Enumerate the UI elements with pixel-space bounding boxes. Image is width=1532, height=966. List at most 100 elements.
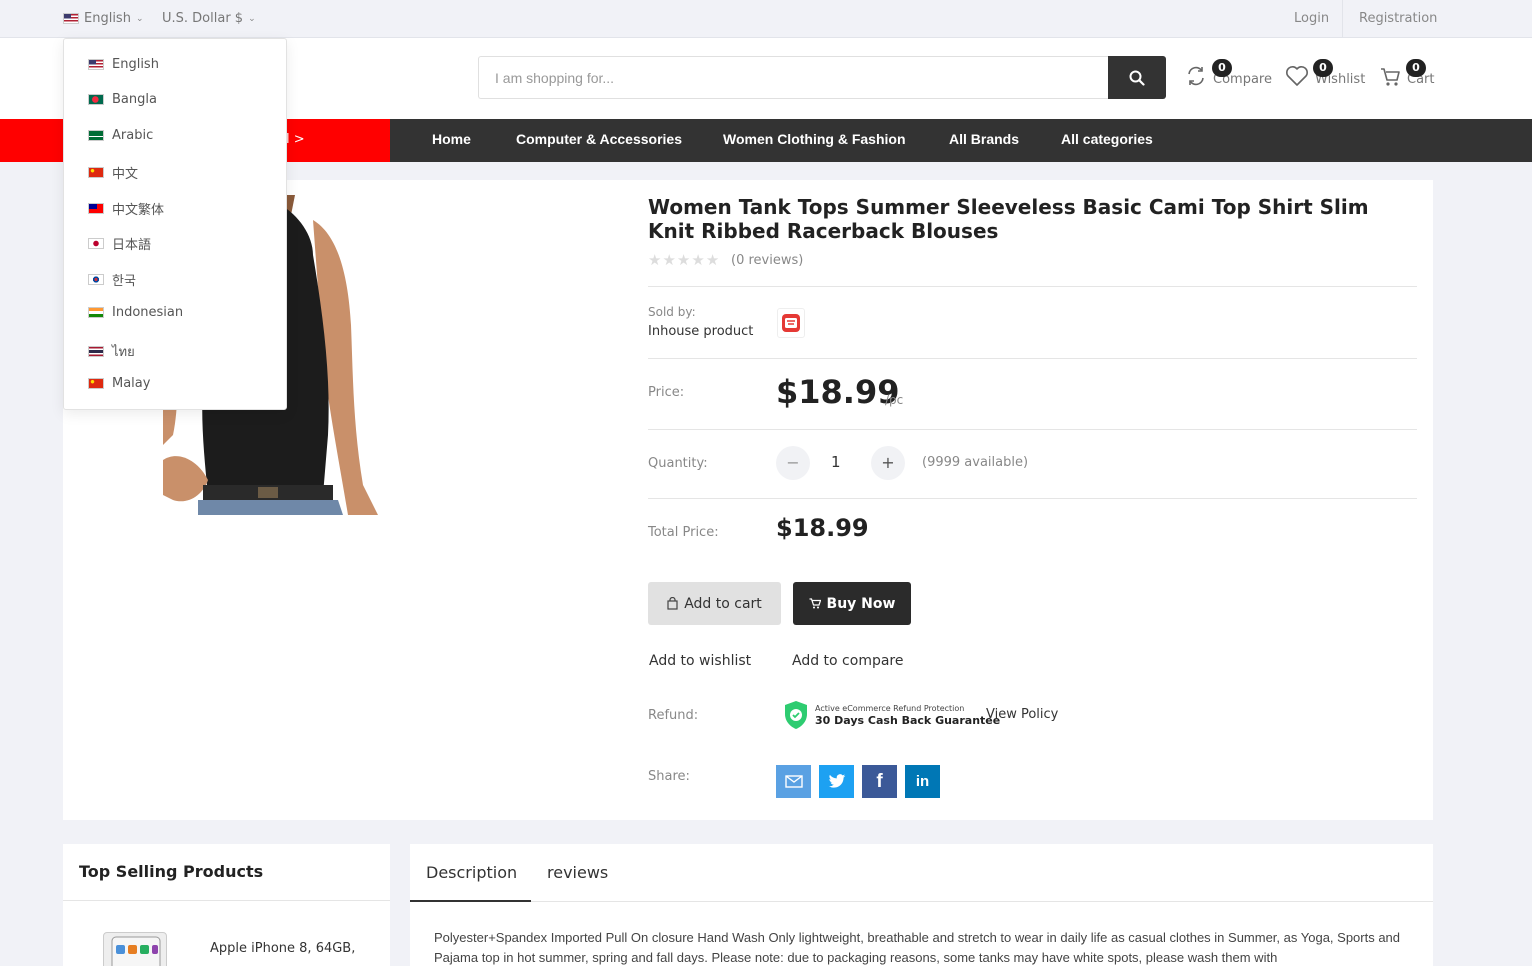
refund-guarantee-text: 30 Days Cash Back Guarantee — [815, 714, 1001, 727]
language-option-malay[interactable]: Malay — [88, 376, 150, 391]
language-option-english[interactable]: English — [88, 57, 159, 72]
top-selling-title: Top Selling Products — [79, 862, 264, 881]
tab-reviews[interactable]: reviews — [547, 863, 608, 882]
nav-item-all-brands[interactable]: All Brands — [949, 131, 1019, 147]
nav-item-computer-accessories[interactable]: Computer & Accessories — [516, 131, 682, 147]
add-to-wishlist-link[interactable]: Add to wishlist — [649, 653, 751, 669]
heart-icon — [1286, 66, 1308, 86]
shop-icon[interactable] — [777, 308, 805, 338]
divider — [648, 498, 1417, 499]
linkedin-icon: in — [915, 773, 930, 790]
buy-now-button[interactable]: Buy Now — [793, 582, 911, 625]
flag-in-icon — [88, 307, 104, 318]
twitter-icon — [828, 774, 845, 788]
review-count[interactable]: (0 reviews) — [731, 253, 803, 268]
currency-selector[interactable]: U.S. Dollar $ ⌄ — [162, 11, 256, 26]
share-facebook-button[interactable]: f — [862, 765, 897, 798]
language-option-label: ไทย — [112, 345, 135, 360]
shield-check-icon — [785, 701, 807, 729]
language-option-label: 한국 — [112, 274, 136, 289]
add-to-cart-label: Add to cart — [684, 595, 762, 612]
view-policy-link[interactable]: View Policy — [986, 707, 1058, 722]
top-selling-product-name[interactable]: Apple iPhone 8, 64GB, — [210, 941, 355, 956]
language-option-label: Bangla — [112, 92, 157, 107]
share-label: Share: — [648, 769, 690, 784]
search-box — [478, 56, 1108, 99]
top-bar: English ⌄ U.S. Dollar $ ⌄ Login Registra… — [0, 0, 1532, 38]
search-icon — [1129, 70, 1145, 86]
language-selector[interactable]: English ⌄ — [63, 11, 144, 26]
price-unit: /pc — [885, 393, 904, 407]
price-label: Price: — [648, 385, 685, 400]
chevron-down-icon: ⌄ — [135, 13, 144, 24]
divider — [1342, 0, 1343, 38]
flag-us-icon — [88, 59, 104, 70]
product-tabs-panel: Description reviews Polyester+Spandex Im… — [410, 844, 1433, 966]
categories-banner-label: l > — [286, 132, 305, 147]
cart-icon — [1381, 68, 1400, 86]
sold-by-label: Sold by: — [648, 305, 696, 319]
language-label: English — [84, 11, 131, 26]
refund-label: Refund: — [648, 708, 699, 723]
total-price-label: Total Price: — [648, 525, 719, 540]
language-option-japanese[interactable]: 日本語 — [88, 234, 151, 253]
wishlist-count-badge: 0 — [1313, 59, 1333, 77]
quantity-decrease-button[interactable]: − — [776, 446, 810, 480]
nav-item-home[interactable]: Home — [432, 131, 471, 147]
product-description: Polyester+Spandex Imported Pull On closu… — [434, 930, 1401, 965]
nav-item-all-categories[interactable]: All categories — [1061, 131, 1153, 147]
add-to-compare-link[interactable]: Add to compare — [792, 653, 904, 669]
divider — [648, 429, 1417, 430]
cart-icon — [809, 598, 821, 609]
login-link[interactable]: Login — [1294, 11, 1329, 26]
divider — [648, 286, 1417, 287]
nav-item-women-clothing[interactable]: Women Clothing & Fashion — [723, 131, 906, 147]
language-dropdown: English Bangla Arabic 中文 中文繁体 日本語 한국 Ind… — [63, 38, 287, 410]
add-to-cart-button[interactable]: Add to cart — [648, 582, 781, 625]
divider — [63, 900, 390, 901]
language-option-bangla[interactable]: Bangla — [88, 92, 157, 107]
divider — [648, 358, 1417, 359]
flag-bd-icon — [88, 94, 104, 105]
flag-cn-icon — [88, 167, 104, 178]
cart-count-badge: 0 — [1406, 59, 1426, 77]
tab-description[interactable]: Description — [426, 863, 517, 882]
top-selling-panel: Top Selling Products Apple iPhone 8, 64G… — [63, 844, 390, 966]
quantity-input[interactable]: 1 — [831, 453, 841, 471]
currency-label: U.S. Dollar $ — [162, 11, 244, 26]
quantity-increase-button[interactable]: + — [871, 446, 905, 480]
flag-th-icon — [88, 346, 104, 357]
email-icon — [784, 775, 803, 788]
language-option-indonesian[interactable]: Indonesian — [88, 305, 183, 320]
language-option-label: 中文繁体 — [112, 203, 165, 218]
flag-jp-icon — [88, 238, 104, 249]
refund-badge: Active eCommerce Refund Protection 30 Da… — [783, 700, 1000, 730]
product-thumbnail[interactable] — [103, 932, 167, 966]
share-twitter-button[interactable] — [819, 765, 854, 798]
language-option-chinese-traditional[interactable]: 中文繁体 — [88, 199, 164, 218]
flag-us-icon — [63, 13, 79, 24]
search-button[interactable] — [1108, 56, 1166, 99]
registration-link[interactable]: Registration — [1359, 11, 1437, 26]
share-linkedin-button[interactable]: in — [905, 765, 940, 798]
flag-tw-icon — [88, 203, 104, 214]
language-option-chinese[interactable]: 中文 — [88, 163, 138, 182]
language-option-korean[interactable]: 한국 — [88, 270, 136, 289]
star-icon: ★ — [705, 251, 721, 269]
language-option-label: Indonesian — [112, 305, 184, 320]
compare-icon — [1188, 66, 1204, 86]
star-icon: ★ — [676, 251, 692, 269]
bag-icon — [667, 597, 678, 610]
facebook-icon: f — [876, 770, 883, 792]
star-icon: ★ — [648, 251, 663, 269]
share-email-button[interactable] — [776, 765, 811, 798]
language-option-arabic[interactable]: Arabic — [88, 128, 153, 143]
language-option-label: 中文 — [112, 167, 139, 182]
language-option-thai[interactable]: ไทย — [88, 341, 135, 362]
quantity-label: Quantity: — [648, 456, 708, 471]
flag-sa-icon — [88, 130, 104, 141]
search-input[interactable] — [479, 57, 1108, 98]
flag-cn-icon — [88, 378, 104, 389]
star-icon: ★ — [691, 251, 706, 269]
language-option-label: Malay — [112, 376, 151, 391]
